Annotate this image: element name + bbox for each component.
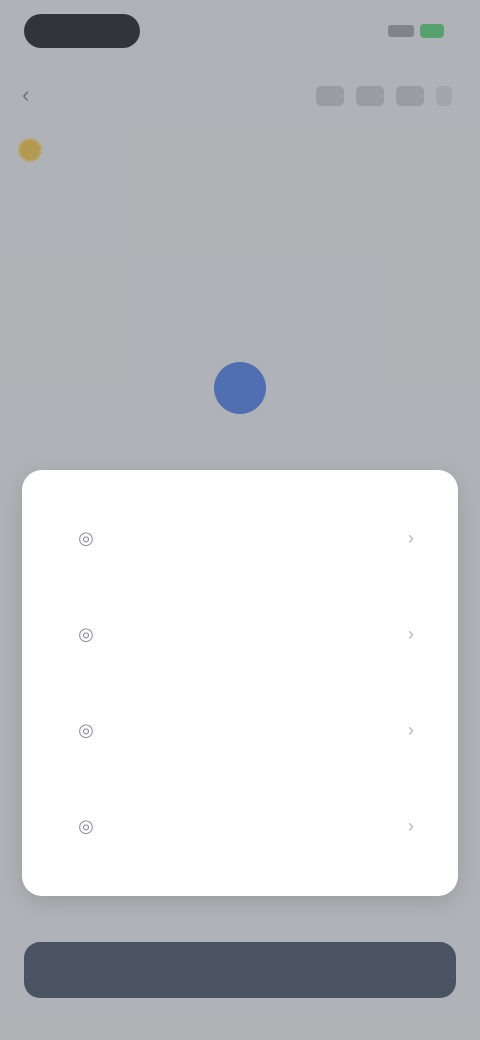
chevron-right-icon: › — [408, 527, 414, 548]
sheet-option-1[interactable]: ◎ › — [22, 490, 458, 586]
chevron-right-icon: › — [408, 623, 414, 644]
chevron-right-icon: › — [408, 719, 414, 740]
option-2-icon: ◎ — [78, 623, 94, 644]
option-1-icon: ◎ — [78, 527, 94, 548]
chevron-right-icon: › — [408, 815, 414, 836]
option-3-icon: ◎ — [78, 719, 94, 740]
sheet-option-2[interactable]: ◎ › — [22, 586, 458, 682]
sheet-option-4[interactable]: ◎ › — [22, 778, 458, 874]
sheet-option-3[interactable]: ◎ › — [22, 682, 458, 778]
options-sheet: ◎ › ◎ › ◎ › ◎ › — [22, 470, 458, 896]
primary-action-button[interactable] — [24, 942, 456, 998]
option-4-icon: ◎ — [78, 815, 94, 836]
